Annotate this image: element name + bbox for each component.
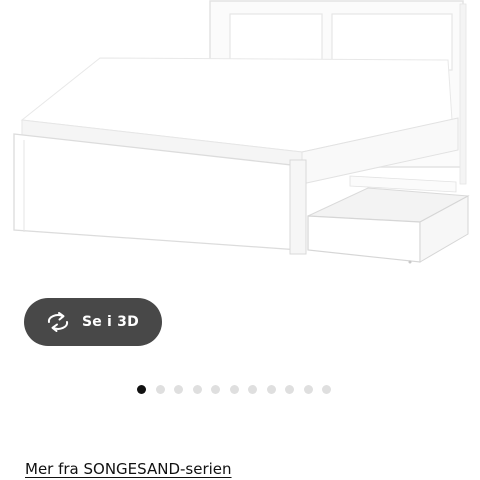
product-image[interactable] (0, 0, 480, 290)
gallery-dot-11[interactable] (322, 385, 331, 394)
rotate-3d-icon (44, 311, 72, 333)
view-in-3d-label: Se i 3D (82, 314, 139, 330)
bed-frame-with-storage-drawer-icon (13, 0, 470, 264)
gallery-dot-5[interactable] (211, 385, 220, 394)
gallery-dot-9[interactable] (285, 385, 294, 394)
gallery-dot-8[interactable] (266, 385, 276, 394)
gallery-dot-1[interactable] (137, 385, 146, 394)
gallery-dot-4[interactable] (192, 385, 202, 394)
gallery-dot-7[interactable] (248, 385, 257, 394)
gallery-dot-10[interactable] (303, 385, 313, 394)
gallery-dot-6[interactable] (229, 385, 239, 394)
gallery-dot-3[interactable] (174, 385, 183, 394)
gallery-pagination (137, 385, 331, 395)
view-in-3d-button[interactable]: Se i 3D (24, 298, 162, 346)
series-link[interactable]: Mer fra SONGESAND-serien (25, 460, 232, 478)
gallery-dot-2[interactable] (155, 385, 165, 394)
